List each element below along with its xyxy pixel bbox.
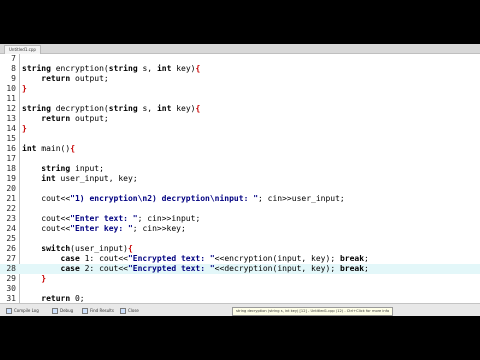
line-number: 17 [6,154,16,163]
line-number: 18 [6,164,16,173]
line-number: 19 [6,174,16,183]
line-number: 7 [11,54,16,63]
tab-bar: Untitled1.cpp [0,44,480,54]
code-line[interactable]: 11 [0,94,480,104]
code-text: string input; [41,164,104,173]
line-number: 15 [6,134,16,143]
code-text: } [22,124,27,133]
code-line[interactable]: 7 [0,54,480,64]
compile-log-label: Compile Log [14,308,39,313]
line-number: 14 [6,124,16,133]
line-number: 27 [6,254,16,263]
code-line[interactable]: 24 cout<<"Enter key: "; cin>>key; [0,224,480,234]
line-number: 28 [6,264,16,273]
line-number: 11 [6,94,16,103]
code-text: int user_input, key; [41,174,138,183]
code-line[interactable]: 10} [0,84,480,94]
code-line[interactable]: 25 [0,234,480,244]
line-number: 16 [6,144,16,153]
code-text: string encryption(string s, int key){ [22,64,201,73]
code-line[interactable]: 12 string decryption(string s, int key){ [0,104,480,114]
find-results-icon [82,307,88,314]
find-results-button[interactable]: Find Results [80,307,116,314]
line-number: 22 [6,204,16,213]
code-line[interactable]: 30 [0,284,480,294]
line-number: 10 [6,84,16,93]
code-line[interactable]: 27 case 1: cout<<"Encrypted text: "<<enc… [0,254,480,264]
tab-untitled1[interactable]: Untitled1.cpp [4,45,41,54]
line-number: 29 [6,274,16,283]
line-number: 13 [6,114,16,123]
code-text: cout<<"1) encryption\n2) decryption\ninp… [41,194,345,203]
line-number: 26 [6,244,16,253]
code-line[interactable]: 9 return output; [0,74,480,84]
find-results-label: Find Results [90,308,114,313]
code-line[interactable]: 13 return output; [0,114,480,124]
code-line[interactable]: 19 int user_input, key; [0,174,480,184]
ide-window: Untitled1.cpp 7 8 string encryption(string… [0,44,480,316]
code-tooltip: string decryption (string s, int key) [1… [232,307,394,316]
code-line[interactable]: 18 string input; [0,164,480,174]
line-number: 12 [6,104,16,113]
code-line[interactable]: 22 [0,204,480,214]
line-number: 20 [6,184,16,193]
code-text: int main(){ [22,144,76,153]
close-button[interactable]: Close [118,307,141,314]
code-text: return output; [41,114,109,123]
code-line[interactable]: 15 [0,134,480,144]
close-icon [120,307,126,314]
debug-label: Debug [60,308,74,313]
debug-icon [52,307,58,314]
code-text: string decryption(string s, int key){ [22,104,201,113]
debug-button[interactable]: Debug [50,307,75,314]
line-number: 23 [6,214,16,223]
code-line[interactable]: 17 [0,154,480,164]
code-line[interactable]: 26 switch(user_input){ [0,244,480,254]
line-number: 24 [6,224,16,233]
code-text: cout<<"Enter key: "; cin>>key; [41,224,186,233]
code-text: } [22,84,27,93]
code-line[interactable]: 21 cout<<"1) encryption\n2) decryption\n… [0,194,480,204]
code-line[interactable]: 8 string encryption(string s, int key){ [0,64,480,74]
code-line[interactable]: 23 cout<<"Enter text: "; cin>>input; [0,214,480,224]
code-text: case 2: cout<<"Encrypted text: "<<decryp… [60,264,369,273]
line-number: 9 [11,74,16,83]
line-number: 8 [11,64,16,73]
compile-log-button[interactable]: Compile Log [4,307,41,314]
code-text: return output; [41,74,109,83]
line-number: 25 [6,234,16,243]
code-text: cout<<"Enter text: "; cin>>input; [41,214,201,223]
code-line[interactable]: 29 } [0,274,480,284]
code-line[interactable]: 28 case 2: cout<<"Encrypted text: "<<dec… [0,264,480,274]
close-label: Close [128,308,139,313]
line-number: 21 [6,194,16,203]
code-text: case 1: cout<<"Encrypted text: "<<encryp… [60,254,369,263]
code-text: } [41,274,47,283]
code-line[interactable]: 16 int main(){ [0,144,480,154]
compile-log-icon [6,307,12,314]
line-number: 30 [6,284,16,293]
code-editor[interactable]: 7 8 string encryption(string s, int key){9… [0,54,480,303]
code-text: switch(user_input){ [41,244,133,253]
code-line[interactable]: 20 [0,184,480,194]
code-line[interactable]: 14} [0,124,480,134]
